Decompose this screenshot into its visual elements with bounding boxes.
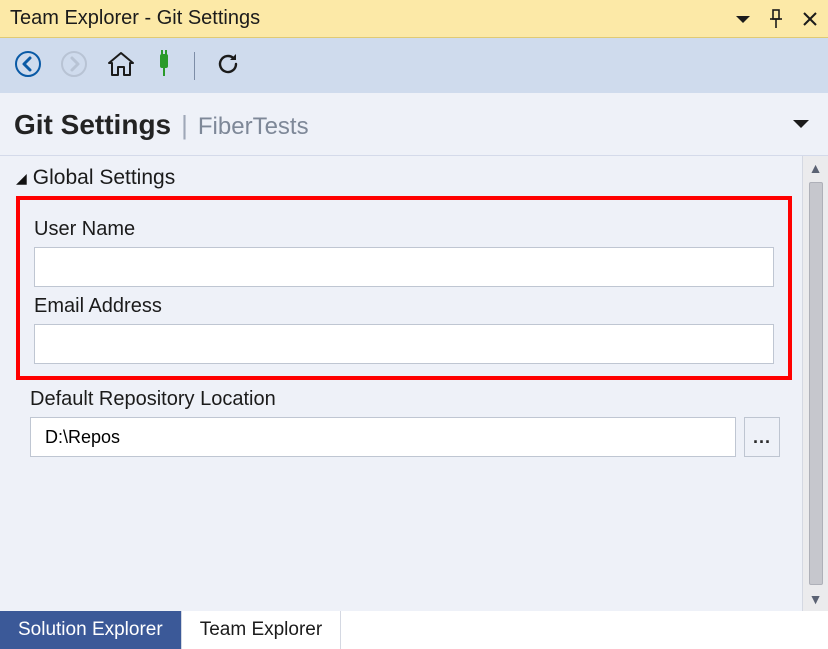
window-title: Team Explorer - Git Settings — [10, 7, 260, 30]
close-icon[interactable] — [802, 11, 818, 27]
toolbar-separator — [194, 52, 195, 80]
bottom-tab-strip: Solution Explorer Team Explorer — [0, 611, 828, 649]
repo-location-input[interactable] — [30, 417, 736, 457]
title-separator: | — [181, 110, 188, 141]
section-heading-global[interactable]: ◢ Global Settings — [16, 166, 794, 190]
username-input[interactable] — [34, 247, 774, 287]
back-icon[interactable] — [14, 50, 42, 82]
page-menu-icon[interactable] — [790, 117, 812, 134]
tab-solution-explorer[interactable]: Solution Explorer — [0, 611, 182, 649]
page-title: Git Settings — [14, 109, 171, 141]
page-title-group: Git Settings | FiberTests — [14, 109, 309, 141]
titlebar-controls — [736, 9, 818, 29]
project-name: FiberTests — [198, 113, 309, 141]
highlighted-region: User Name Email Address — [16, 196, 792, 380]
scroll-up-icon[interactable]: ▲ — [809, 160, 823, 176]
vertical-scrollbar[interactable]: ▲ ▼ — [802, 156, 828, 611]
email-label: Email Address — [34, 295, 774, 318]
forward-icon — [60, 50, 88, 82]
collapse-icon: ◢ — [16, 170, 27, 187]
email-input[interactable] — [34, 324, 774, 364]
tab-team-explorer[interactable]: Team Explorer — [182, 611, 342, 649]
repo-location-label: Default Repository Location — [30, 388, 780, 411]
username-label: User Name — [34, 218, 774, 241]
content-panel: ◢ Global Settings User Name Email Addres… — [0, 156, 802, 611]
pin-icon[interactable] — [768, 9, 784, 29]
section-heading-label: Global Settings — [33, 166, 175, 190]
window-options-icon[interactable] — [736, 14, 750, 24]
scroll-down-icon[interactable]: ▼ — [809, 591, 823, 607]
page-header: Git Settings | FiberTests — [0, 93, 828, 156]
home-icon[interactable] — [106, 50, 136, 82]
browse-button[interactable]: ... — [744, 417, 780, 457]
refresh-icon[interactable] — [215, 51, 241, 81]
connect-icon[interactable] — [154, 50, 174, 82]
scroll-thumb[interactable] — [809, 182, 823, 585]
titlebar: Team Explorer - Git Settings — [0, 0, 828, 38]
toolbar — [0, 38, 828, 93]
